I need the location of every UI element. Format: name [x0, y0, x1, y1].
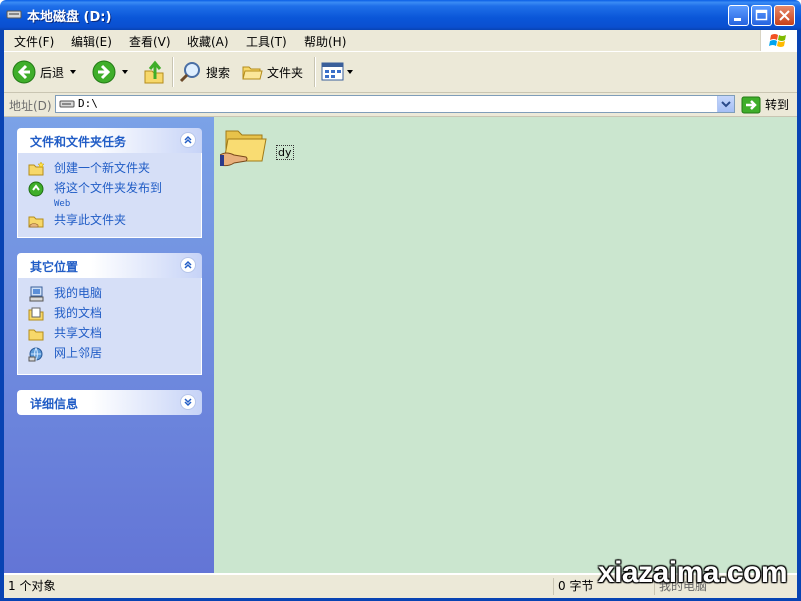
windows-logo: [760, 30, 797, 51]
place-label: 共享文档: [54, 326, 103, 340]
status-object-count: 1 个对象: [8, 579, 56, 593]
place-my-documents[interactable]: 我的文档: [28, 306, 102, 322]
menu-help[interactable]: 帮助(H): [304, 33, 346, 50]
file-list-view[interactable]: dy: [214, 117, 797, 573]
search-icon: [179, 62, 200, 83]
toolbar: 后退 搜索 文件夹: [4, 52, 797, 93]
details-header[interactable]: 详细信息: [17, 390, 202, 415]
shared-documents-icon: [28, 329, 44, 341]
share-folder-icon: [28, 216, 44, 228]
maximize-button[interactable]: [751, 5, 772, 26]
up-folder-button[interactable]: [142, 58, 166, 86]
new-folder-icon: [28, 161, 45, 176]
file-tasks-panel: 文件和文件夹任务 创建一个新文件夹 将这个文件夹发布到 Web 共享此文件夹: [17, 128, 202, 238]
collapse-button[interactable]: [180, 132, 196, 148]
network-places-icon: [28, 347, 43, 362]
folders-button[interactable]: 文件夹: [241, 58, 303, 86]
task-pane: 文件和文件夹任务 创建一个新文件夹 将这个文件夹发布到 Web 共享此文件夹 其它…: [4, 117, 214, 573]
other-places-header[interactable]: 其它位置: [17, 253, 202, 278]
collapse-button[interactable]: [180, 257, 196, 273]
folders-icon: [242, 66, 263, 80]
place-my-computer[interactable]: 我的电脑: [28, 286, 102, 302]
forward-arrow-icon: [92, 60, 116, 84]
back-arrow-icon: [12, 60, 36, 84]
views-button[interactable]: [321, 58, 353, 86]
task-label: 共享此文件夹: [54, 213, 127, 227]
place-label: 网上邻居: [54, 346, 103, 360]
watermark: xiazaima.com: [597, 556, 788, 589]
chevron-down-icon: [184, 398, 192, 407]
file-tasks-body: 创建一个新文件夹 将这个文件夹发布到 Web 共享此文件夹: [17, 153, 202, 238]
up-folder-icon: [144, 60, 164, 84]
views-icon: [321, 62, 344, 81]
back-label: 后退: [40, 65, 65, 80]
title-bar[interactable]: 本地磁盘 (D:): [0, 0, 801, 30]
address-input[interactable]: D:\: [55, 95, 735, 113]
menu-view[interactable]: 查看(V): [129, 33, 171, 50]
forward-dropdown-icon[interactable]: [122, 70, 128, 74]
drive-icon: [59, 100, 75, 108]
folder-item[interactable]: dy: [219, 125, 294, 172]
menu-tools[interactable]: 工具(T): [246, 33, 287, 50]
folder-name: dy: [276, 145, 294, 160]
task-publish-web[interactable]: 将这个文件夹发布到 Web: [28, 181, 162, 211]
task-new-folder[interactable]: 创建一个新文件夹: [28, 161, 150, 177]
place-network[interactable]: 网上邻居: [28, 346, 102, 362]
folders-label: 文件夹: [267, 65, 304, 80]
address-bar: 地址(D) D:\ 转到: [4, 93, 797, 117]
other-places-title: 其它位置: [30, 260, 79, 274]
go-arrow-icon: [741, 96, 761, 113]
windows-flag-icon: [769, 34, 786, 47]
chevron-down-icon: [721, 101, 731, 108]
expand-button[interactable]: [180, 394, 196, 410]
go-label: 转到: [765, 98, 790, 112]
place-shared-documents[interactable]: 共享文档: [28, 326, 102, 342]
task-share-folder[interactable]: 共享此文件夹: [28, 213, 126, 229]
window-frame-right: [797, 30, 801, 601]
search-button[interactable]: 搜索: [178, 58, 230, 86]
details-panel: 详细信息: [17, 390, 202, 415]
menu-edit[interactable]: 编辑(E): [71, 33, 112, 50]
place-label: 我的文档: [54, 306, 103, 320]
menu-file[interactable]: 文件(F): [14, 33, 54, 50]
address-path: D:\: [78, 97, 98, 110]
window-title: 本地磁盘 (D:): [27, 10, 112, 25]
minimize-button[interactable]: [728, 5, 749, 26]
minimize-icon: [734, 18, 741, 21]
drive-icon: [6, 10, 22, 19]
chevron-up-icon: [184, 260, 192, 269]
search-label: 搜索: [206, 65, 231, 80]
publish-web-icon: [28, 181, 44, 197]
go-button[interactable]: 转到: [741, 95, 789, 114]
views-dropdown-icon[interactable]: [347, 70, 353, 74]
toolbar-separator: [314, 57, 316, 87]
close-button[interactable]: [774, 5, 795, 26]
back-button[interactable]: 后退: [12, 58, 77, 86]
menu-bar: 文件(F) 编辑(E) 查看(V) 收藏(A) 工具(T) 帮助(H): [4, 30, 797, 52]
file-tasks-title: 文件和文件夹任务: [30, 135, 127, 149]
place-label: 我的电脑: [54, 286, 103, 300]
my-documents-icon: [28, 307, 44, 321]
details-title: 详细信息: [30, 397, 79, 411]
shared-folder-icon: [219, 130, 267, 167]
address-dropdown-button[interactable]: [717, 96, 734, 112]
forward-button[interactable]: [92, 58, 128, 86]
menu-favorites[interactable]: 收藏(A): [187, 33, 229, 50]
chevron-up-icon: [184, 135, 192, 144]
maximize-icon: [755, 9, 768, 21]
back-dropdown-icon[interactable]: [70, 70, 77, 74]
file-tasks-header[interactable]: 文件和文件夹任务: [17, 128, 202, 153]
my-computer-icon: [29, 286, 44, 302]
other-places-body: 我的电脑 我的文档 共享文档 网上邻居: [17, 278, 202, 375]
other-places-panel: 其它位置 我的电脑 我的文档 共享文档 网上邻居: [17, 253, 202, 375]
close-icon: [779, 10, 790, 21]
toolbar-separator: [172, 57, 174, 87]
address-label: 地址(D): [9, 99, 52, 113]
task-label: 创建一个新文件夹: [54, 161, 151, 175]
task-label: 将这个文件夹发布到 Web: [54, 181, 163, 209]
